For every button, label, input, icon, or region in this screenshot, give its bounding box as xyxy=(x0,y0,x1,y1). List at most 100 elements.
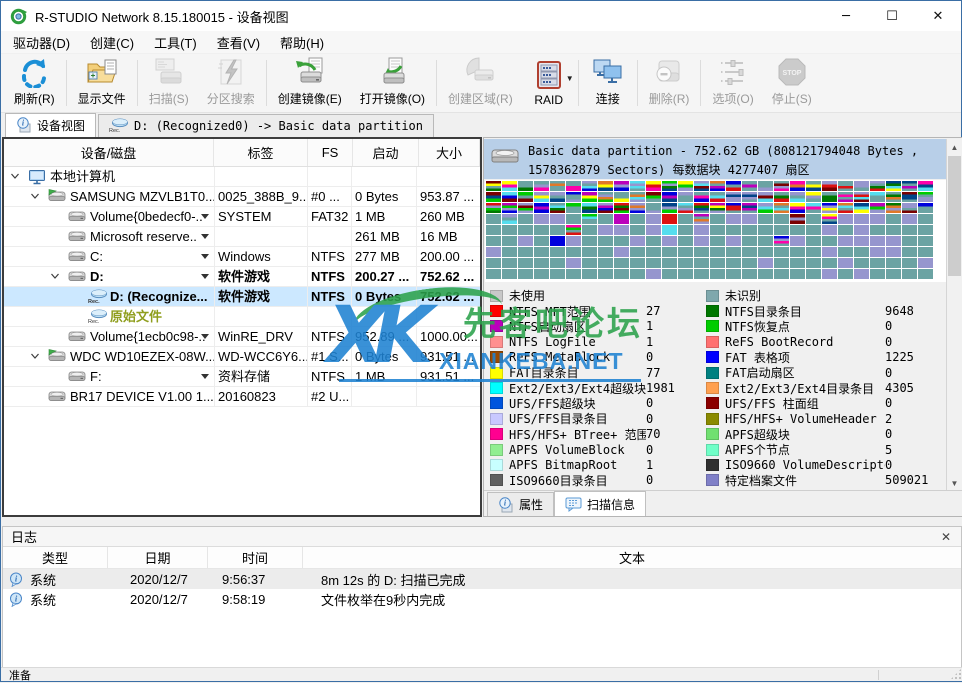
menu-item-3[interactable]: 查看(V) xyxy=(207,30,270,55)
menu-item-0[interactable]: 驱动器(D) xyxy=(3,30,80,55)
device-name: Volume{0bedecf0-.. xyxy=(90,207,203,226)
svg-text:STOP: STOP xyxy=(782,70,801,77)
chevron-down-icon[interactable] xyxy=(201,214,209,219)
column-header-2[interactable]: FS xyxy=(308,139,353,166)
chevron-down-icon[interactable] xyxy=(201,274,209,279)
toolbar-button-raid[interactable]: RAID▼ xyxy=(522,54,576,112)
scroll-thumb[interactable] xyxy=(948,156,961,276)
table-row[interactable]: Rec.D: (Recognize...软件游戏NTFS0 Bytes752.6… xyxy=(4,287,480,307)
block-cell xyxy=(502,269,517,279)
log-column-header-0[interactable]: 类型 xyxy=(3,547,108,568)
menu-item-1[interactable]: 创建(C) xyxy=(80,30,144,55)
tab-recognized-partition[interactable]: Rec.D: (Recognized0) -> Basic data parti… xyxy=(98,114,434,137)
chevron-down-icon[interactable] xyxy=(201,234,209,239)
block-cell xyxy=(790,181,805,191)
cell-start xyxy=(351,307,416,327)
table-row[interactable]: F:资料存储NTFS1 MB931.51 ... xyxy=(4,367,480,387)
block-cell xyxy=(854,192,869,202)
table-row[interactable]: BR17 DEVICE V1.00 1....20160823#2 U... xyxy=(4,387,480,407)
toolbar-button-label: 连接 xyxy=(596,90,620,107)
legend-row: 特定档案文件509021 xyxy=(706,473,946,488)
block-cell xyxy=(630,181,645,191)
block-cell xyxy=(838,192,853,202)
menu-item-4[interactable]: 帮助(H) xyxy=(270,30,334,55)
column-header-3[interactable]: 启动 xyxy=(353,139,419,166)
chevron-down-icon[interactable] xyxy=(30,351,42,363)
table-row[interactable]: C:WindowsNTFS277 MB200.00 ... xyxy=(4,247,480,267)
table-row[interactable]: WDC WD10EZEX-08W...WD-WCC6Y6...#1 S...0 … xyxy=(4,347,480,367)
log-row[interactable]: i系统2020/12/79:56:378m 12s 的 D: 扫描已完成 xyxy=(3,569,961,589)
log-row[interactable]: i系统2020/12/79:58:19文件枚举在9秒内完成 xyxy=(3,589,961,609)
tab-device-view[interactable]: i设备视图 xyxy=(5,113,96,137)
column-header-0[interactable]: 设备/磁盘 xyxy=(4,139,214,166)
legend-row: FAT目录条目77 xyxy=(490,365,702,380)
computer-icon xyxy=(28,169,46,185)
menu-item-2[interactable]: 工具(T) xyxy=(144,30,207,55)
chevron-down-icon[interactable] xyxy=(201,254,209,259)
log-type: 系统 xyxy=(30,590,56,609)
scroll-up-icon[interactable]: ▲ xyxy=(947,139,962,155)
toolbar-button-show-files[interactable]: 显示文件 xyxy=(69,54,135,112)
legend-row: NTFS目录条目9648 xyxy=(706,303,946,318)
block-cell xyxy=(550,236,565,246)
block-cell xyxy=(758,258,773,268)
column-header-4[interactable]: 大小 xyxy=(419,139,480,166)
chevron-down-icon[interactable] xyxy=(201,374,209,379)
legend-row: NTFS LogFile1 xyxy=(490,334,702,349)
chevron-down-icon[interactable]: ▼ xyxy=(566,74,574,83)
block-cell xyxy=(518,236,533,246)
maximize-button[interactable]: ☐ xyxy=(869,1,915,31)
close-button[interactable]: ✕ xyxy=(915,1,961,31)
table-row[interactable]: 本地计算机 xyxy=(4,167,480,187)
legend-color-swatch xyxy=(706,290,719,302)
chevron-down-icon[interactable] xyxy=(50,271,62,283)
log-column-header-1[interactable]: 日期 xyxy=(108,547,208,568)
table-row[interactable]: Rec.原始文件 xyxy=(4,307,480,327)
table-row[interactable]: SAMSUNG MZVLB1T0...0025_388B_9...#0 ...0… xyxy=(4,187,480,207)
legend-color-swatch xyxy=(490,413,503,425)
resize-grip[interactable] xyxy=(950,668,962,680)
device-name: 本地计算机 xyxy=(50,167,115,186)
column-header-1[interactable]: 标签 xyxy=(214,139,308,166)
scan-scrollbar[interactable]: ▲ ▼ xyxy=(946,139,962,491)
log-column-header-3[interactable]: 文本 xyxy=(303,547,961,568)
chevron-down-icon[interactable] xyxy=(201,334,209,339)
svg-text:Rec.: Rec. xyxy=(88,299,100,304)
table-row[interactable]: Volume{1ecb0c98-..WinRE_DRVNTFS952.89 ..… xyxy=(4,327,480,347)
block-cell xyxy=(774,203,789,213)
block-cell xyxy=(502,214,517,224)
minimize-button[interactable]: ─ xyxy=(823,1,869,31)
legend-count: 1 xyxy=(646,458,653,472)
block-cell xyxy=(582,258,597,268)
block-cell xyxy=(566,214,581,224)
table-row[interactable]: D:软件游戏NTFS200.27 ...752.62 ... xyxy=(4,267,480,287)
scroll-down-icon[interactable]: ▼ xyxy=(947,475,962,491)
block-cell xyxy=(518,225,533,235)
toolbar-button-create-image[interactable]: 创建镜像(E) xyxy=(269,54,351,112)
toolbar-button-connect[interactable]: 连接 xyxy=(581,54,635,112)
block-cell xyxy=(790,214,805,224)
table-row[interactable]: Volume{0bedecf0-..SYSTEMFAT321 MB260 MB xyxy=(4,207,480,227)
legend-label: NTFS LogFile xyxy=(509,335,646,349)
device-name: SAMSUNG MZVLB1T0... xyxy=(70,187,214,206)
legend-color-swatch xyxy=(490,367,503,379)
block-cell xyxy=(710,192,725,202)
tab-label: D: (Recognized0) -> Basic data partition xyxy=(134,119,423,133)
toolbar-button-refresh[interactable]: 刷新(R) xyxy=(5,54,64,112)
block-cell xyxy=(822,225,837,235)
chevron-down-icon[interactable] xyxy=(10,171,22,183)
toolbar-button-open-image[interactable]: 打开镜像(O) xyxy=(351,54,434,112)
block-cell xyxy=(790,203,805,213)
scan-block-map[interactable] xyxy=(485,180,946,282)
block-cell xyxy=(678,236,693,246)
log-close-button[interactable]: ✕ xyxy=(937,528,955,546)
tab-properties[interactable]: i属性 xyxy=(487,492,554,516)
table-row[interactable]: Microsoft reserve..261 MB16 MB xyxy=(4,227,480,247)
block-cell xyxy=(502,236,517,246)
block-cell xyxy=(534,192,549,202)
toolbar-button-label: 扫描(S) xyxy=(149,90,189,107)
chevron-down-icon[interactable] xyxy=(30,191,42,203)
tab-scan-info[interactable]: 扫描信息 xyxy=(554,491,646,516)
log-column-header-2[interactable]: 时间 xyxy=(208,547,303,568)
cell-fs: NTFS xyxy=(307,267,351,287)
